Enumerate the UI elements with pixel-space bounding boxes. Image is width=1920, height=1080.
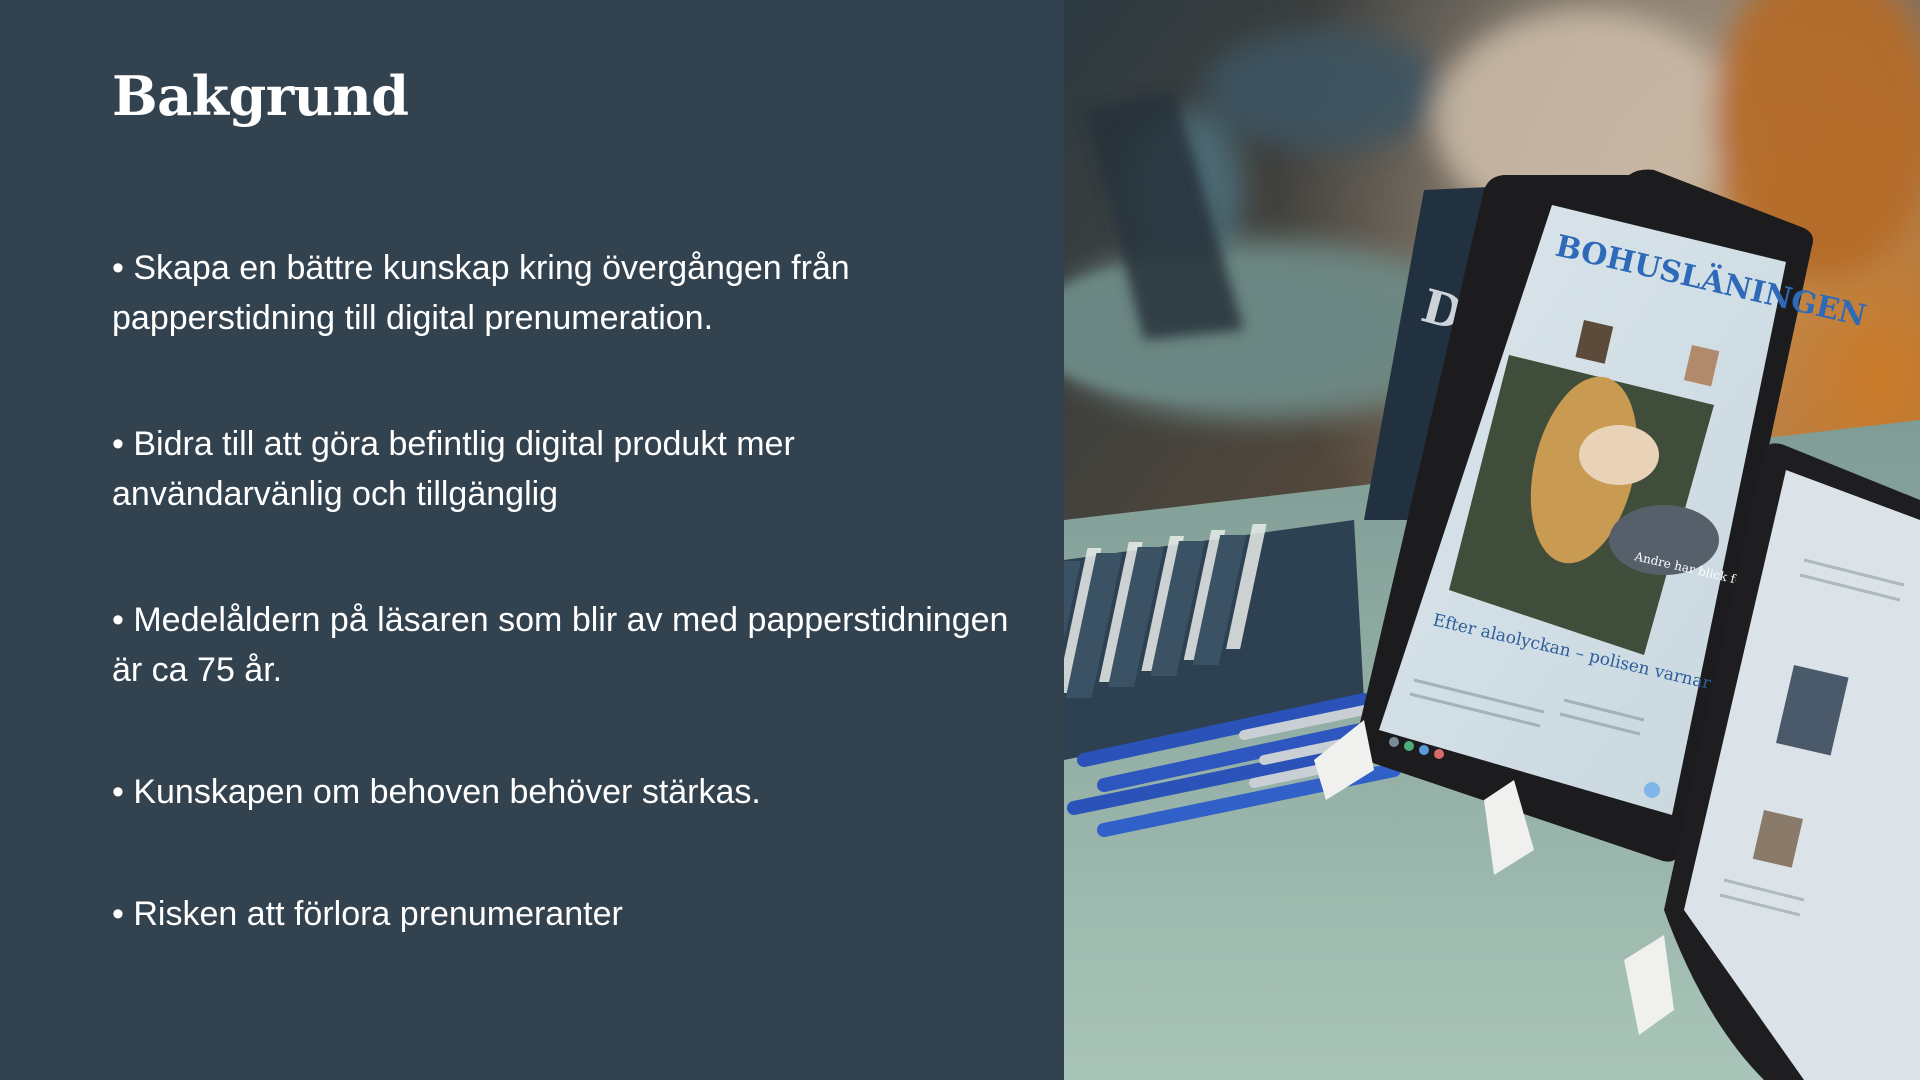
bullet-item-3: • Medelåldern på läsaren som blir av med… [112,601,1009,689]
tablet-display-photo: Digi-vad [1064,0,1920,1080]
presentation-slide: Bakgrund • Skapa en bättre kunskap kring… [0,0,1920,1080]
bullet-item-1: • Skapa en bättre kunskap kring övergång… [112,249,850,337]
slide-title: Bakgrund [112,64,409,128]
bullet-item-2: • Bidra till att göra befintlig digital … [112,425,795,513]
tablet-button-icon [1644,782,1660,798]
photo-illustration: Digi-vad [1064,0,1920,1080]
text-panel: Bakgrund • Skapa en bättre kunskap kring… [0,0,1064,1080]
bullet-item-4: • Kunskapen om behoven behöver stärkas. [112,773,761,811]
bullet-item-5: • Risken att förlora prenumeranter [112,895,623,933]
